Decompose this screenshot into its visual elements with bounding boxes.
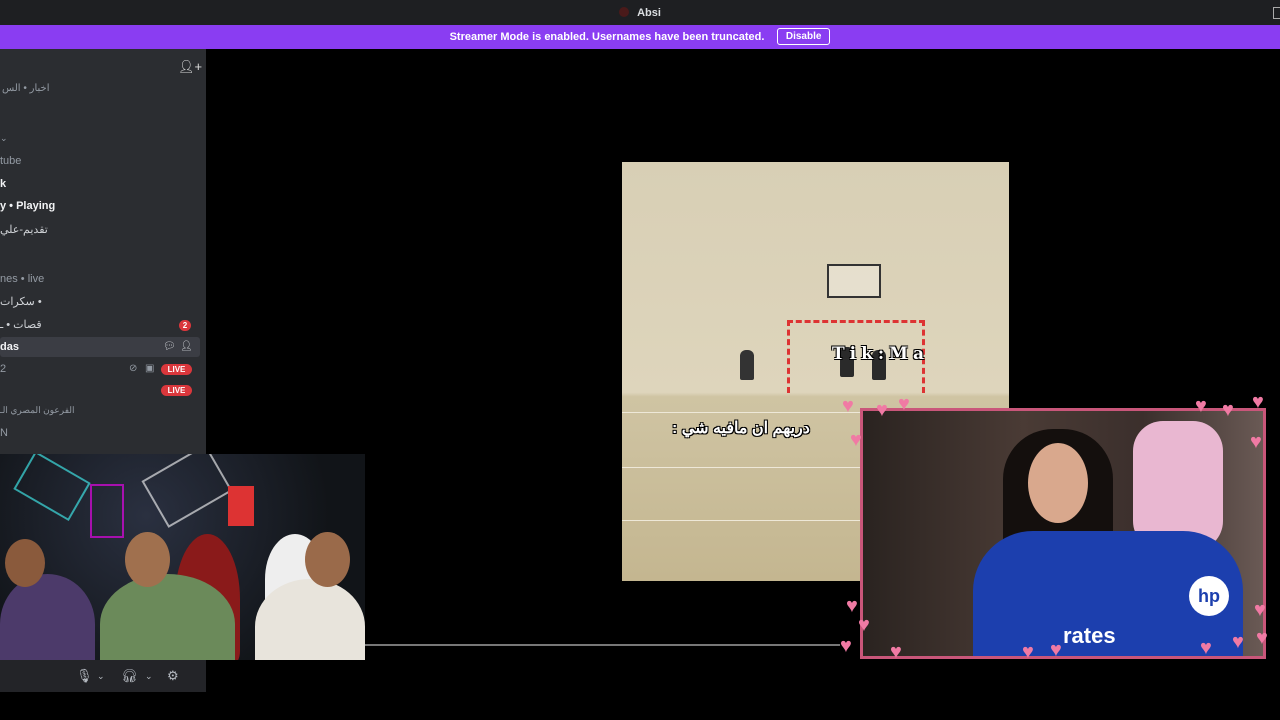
heart-icon: ♥	[842, 395, 854, 417]
add-friend-icon[interactable]: 👤︎+	[178, 59, 202, 75]
heart-icon: ♥	[1256, 627, 1268, 649]
person-head	[5, 539, 45, 587]
channel-row[interactable]: 2	[0, 363, 6, 375]
monitor	[228, 486, 254, 526]
window-title: Absi	[0, 7, 1280, 19]
voice-controls: 🎙︎ ⌄ 🎧︎ ⌄ ⚙︎	[0, 660, 206, 692]
channel-row[interactable]: سكرات •	[0, 295, 42, 308]
live-badge: LIVE	[161, 385, 192, 396]
heart-icon: ♥	[1232, 631, 1244, 653]
window-titlebar: Absi	[0, 0, 1280, 25]
chevron-down-icon[interactable]: ⌄	[0, 133, 8, 144]
channel-row[interactable]: الفرعون المصري الـ	[0, 405, 75, 416]
channel-row[interactable]: das	[0, 341, 19, 353]
channel-row[interactable]: k	[0, 178, 6, 190]
channel-row[interactable]: اخبار • الس	[2, 83, 50, 94]
heart-icon: ♥	[1254, 599, 1266, 621]
chat-icon[interactable]: 💬︎	[163, 341, 176, 352]
neon-decor	[90, 484, 124, 538]
mic-icon[interactable]: 🎙︎	[76, 668, 93, 684]
heart-icon: ♥	[898, 393, 910, 415]
gear-icon[interactable]: ⚙︎	[167, 668, 179, 684]
chevron-down-icon[interactable]: ⌄	[97, 671, 105, 682]
heart-icon: ♥	[1022, 641, 1034, 663]
channel-row[interactable]: قصات • ـ	[0, 318, 42, 331]
jersey-text: rates	[1063, 623, 1116, 648]
heart-icon: ♥	[1222, 399, 1234, 421]
heart-icon: ♥	[1252, 391, 1264, 413]
channel-row[interactable]: تقديم-علي	[0, 223, 48, 236]
unread-badge: 2	[179, 320, 191, 331]
heart-icon: ♥	[840, 635, 852, 657]
watermark: Tik:Ma	[832, 344, 929, 364]
heart-icon: ♥	[876, 399, 888, 421]
channel-row-live[interactable]: nes • live	[0, 273, 44, 285]
add-member-icon[interactable]: 👤︎	[180, 341, 193, 352]
heart-icon: ♥	[1200, 637, 1212, 659]
heart-icon: ♥	[1195, 395, 1207, 417]
chevron-down-icon[interactable]: ⌄	[145, 671, 153, 682]
heart-icon: ♥	[1250, 431, 1262, 453]
video-caption: دريهم ان مافيه شي :	[672, 420, 810, 437]
mic-muted-icon: ⊘	[129, 363, 138, 374]
channel-row[interactable]: tube	[0, 155, 21, 167]
streamer-face	[1028, 443, 1088, 523]
heart-icon: ♥	[1050, 639, 1062, 661]
person-head	[125, 532, 170, 587]
channel-row-playing[interactable]: y • Playing	[0, 200, 55, 212]
sponsor-logo: hp	[1189, 576, 1229, 616]
video-progress-bar[interactable]	[365, 644, 840, 646]
streamer-mode-banner: Streamer Mode is enabled. Usernames have…	[0, 25, 1280, 49]
banner-message: Streamer Mode is enabled. Usernames have…	[449, 31, 765, 43]
disable-button[interactable]: Disable	[776, 28, 831, 45]
heart-icon: ♥	[846, 595, 858, 617]
streamer-webcam: rates hp	[860, 408, 1266, 659]
app-icon	[619, 7, 630, 17]
heart-icon: ♥	[850, 429, 862, 451]
live-badge: LIVE	[161, 364, 192, 375]
window-control-icon[interactable]	[1273, 7, 1280, 19]
basketball-hoop	[827, 264, 881, 298]
webcam-overlay-left	[0, 454, 365, 660]
channel-row[interactable]: N	[0, 427, 8, 439]
heart-icon: ♥	[890, 641, 902, 663]
person-head	[305, 532, 350, 587]
heart-icon: ♥	[858, 614, 870, 636]
camera-off-icon: ▣	[145, 363, 155, 374]
headphones-icon[interactable]: 🎧︎	[121, 668, 138, 684]
player	[740, 350, 754, 380]
window-title-text: Absi	[637, 7, 661, 19]
